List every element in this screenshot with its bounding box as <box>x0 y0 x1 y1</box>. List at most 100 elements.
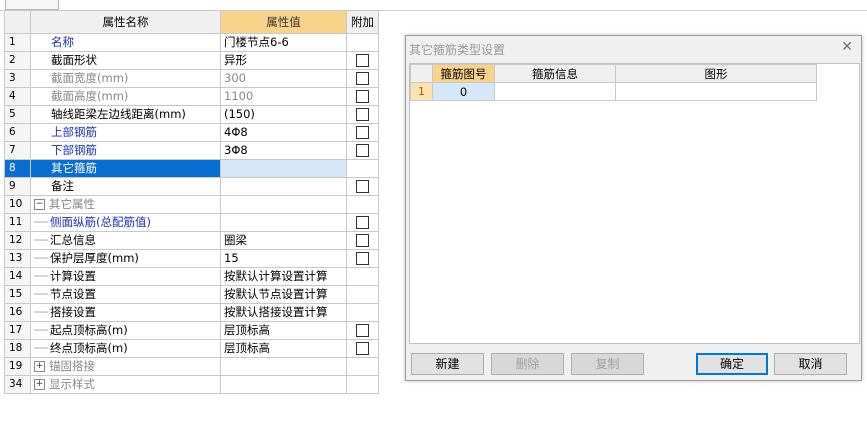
property-name: 上部钢筋 <box>30 123 221 142</box>
table-row[interactable]: 3 截面宽度(mm) 300 <box>4 69 379 88</box>
stirrup-shape-cell[interactable] <box>615 82 817 101</box>
table-row[interactable]: 19 + 锚固搭接 <box>4 357 379 376</box>
property-value[interactable] <box>220 375 347 394</box>
ok-button[interactable]: 确定 <box>696 353 768 375</box>
table-row[interactable]: 4 截面高度(mm) 1100 <box>4 87 379 106</box>
property-value[interactable] <box>220 177 347 196</box>
property-label: 其它箍筋 <box>51 161 97 175</box>
property-value[interactable]: 4Φ8 <box>220 123 347 142</box>
stirrup-table-corner <box>410 64 433 83</box>
extra-cell <box>346 195 379 214</box>
property-value[interactable]: 1100 <box>220 87 347 106</box>
property-value[interactable]: 3Φ8 <box>220 141 347 160</box>
extra-cell <box>346 339 379 358</box>
property-value[interactable]: 300 <box>220 69 347 88</box>
table-row[interactable]: 13 ── 保护层厚度(mm) 15 <box>4 249 379 268</box>
property-tab[interactable] <box>5 0 59 10</box>
table-row[interactable]: 34 + 显示样式 <box>4 375 379 394</box>
row-number: 15 <box>4 285 31 304</box>
property-name: 其它箍筋 <box>30 159 221 178</box>
property-value[interactable]: 门楼节点6-6 <box>220 33 347 52</box>
table-row[interactable]: 9 备注 <box>4 177 379 196</box>
extra-checkbox[interactable] <box>356 252 369 265</box>
property-name: + 锚固搭接 <box>30 357 221 376</box>
extra-cell <box>346 213 379 232</box>
property-value[interactable] <box>220 195 347 214</box>
property-value[interactable] <box>220 357 347 376</box>
extra-checkbox[interactable] <box>356 108 369 121</box>
property-value[interactable]: 层顶标高 <box>220 321 347 340</box>
property-name: 截面高度(mm) <box>30 87 221 106</box>
extra-cell <box>346 357 379 376</box>
property-value[interactable]: 圈梁 <box>220 231 347 250</box>
table-row[interactable]: 7 下部钢筋 3Φ8 <box>4 141 379 160</box>
row-number: 6 <box>4 123 31 142</box>
property-value[interactable]: 15 <box>220 249 347 268</box>
copy-button[interactable]: 复制 <box>571 353 644 375</box>
property-value[interactable]: 异形 <box>220 51 347 70</box>
property-name: 截面宽度(mm) <box>30 69 221 88</box>
property-label: 名称 <box>51 35 74 49</box>
table-row[interactable]: 6 上部钢筋 4Φ8 <box>4 123 379 142</box>
extra-cell <box>346 375 379 394</box>
property-value[interactable] <box>220 159 347 178</box>
close-icon[interactable]: ✕ <box>841 39 853 55</box>
expand-toggle-icon[interactable]: − <box>34 199 45 210</box>
extra-checkbox[interactable] <box>356 54 369 67</box>
extra-cell <box>346 249 379 268</box>
new-button[interactable]: 新建 <box>411 353 484 375</box>
table-row[interactable]: 10− 其它属性 <box>4 195 379 214</box>
property-label: 保护层厚度(mm) <box>50 251 139 265</box>
tree-line-icon: ── <box>34 215 48 229</box>
table-row[interactable]: 1 0 <box>410 82 817 101</box>
extra-checkbox[interactable] <box>356 144 369 157</box>
extra-cell <box>346 141 379 160</box>
tree-line-icon: ── <box>34 305 48 319</box>
table-row[interactable]: 12 ── 汇总信息 圈梁 <box>4 231 379 250</box>
delete-button[interactable]: 删除 <box>491 353 564 375</box>
table-row[interactable]: 17 ── 起点顶标高(m) 层顶标高 <box>4 321 379 340</box>
extra-checkbox[interactable] <box>356 324 369 337</box>
extra-cell <box>346 285 379 304</box>
table-row[interactable]: 5 轴线距梁左边线距离(mm) (150) <box>4 105 379 124</box>
extra-cell <box>346 267 379 286</box>
expand-toggle-icon[interactable]: + <box>34 361 45 372</box>
extra-cell <box>346 87 379 106</box>
table-row[interactable]: 1 名称 门楼节点6-6 <box>4 33 379 52</box>
stirrup-code-cell[interactable]: 0 <box>432 82 495 101</box>
extra-checkbox[interactable] <box>356 216 369 229</box>
property-value[interactable]: 按默认节点设置计算 <box>220 285 347 304</box>
property-value[interactable]: 按默认搭接设置计算 <box>220 303 347 322</box>
stirrup-info-cell[interactable] <box>494 82 616 101</box>
extra-checkbox[interactable] <box>356 72 369 85</box>
property-name: ── 汇总信息 <box>30 231 221 250</box>
extra-checkbox[interactable] <box>356 126 369 139</box>
table-row[interactable]: 16 ── 搭接设置 按默认搭接设置计算 <box>4 303 379 322</box>
row-number: 18 <box>4 339 31 358</box>
property-label: 节点设置 <box>50 287 96 301</box>
property-label: 起点顶标高(m) <box>50 323 128 337</box>
extra-checkbox[interactable] <box>356 180 369 193</box>
extra-checkbox[interactable] <box>356 342 369 355</box>
row-number: 14 <box>4 267 31 286</box>
property-grid: 属性名称 属性值 附加 1 名称 门楼节点6-6 2 截面形状 异形 3 截面宽度(mm) 30… <box>4 10 379 394</box>
extra-checkbox[interactable] <box>356 234 369 247</box>
table-row[interactable]: 18 ── 终点顶标高(m) 层顶标高 <box>4 339 379 358</box>
table-row[interactable]: 8 其它箍筋 <box>4 159 379 178</box>
cancel-button[interactable]: 取消 <box>774 353 847 375</box>
table-row[interactable]: 11 ── 侧面纵筋(总配筋值) <box>4 213 379 232</box>
row-number: 7 <box>4 141 31 160</box>
header-stirrup-info: 箍筋信息 <box>494 64 616 83</box>
extra-checkbox[interactable] <box>356 90 369 103</box>
table-row[interactable]: 15 ── 节点设置 按默认节点设置计算 <box>4 285 379 304</box>
property-value[interactable]: (150) <box>220 105 347 124</box>
table-row[interactable]: 14 ── 计算设置 按默认计算设置计算 <box>4 267 379 286</box>
expand-toggle-icon[interactable]: + <box>34 379 45 390</box>
property-label: 锚固搭接 <box>49 359 95 373</box>
property-value[interactable]: 按默认计算设置计算 <box>220 267 347 286</box>
property-value[interactable] <box>220 213 347 232</box>
property-value[interactable]: 层顶标高 <box>220 339 347 358</box>
table-row[interactable]: 2 截面形状 异形 <box>4 51 379 70</box>
property-name: ── 侧面纵筋(总配筋值) <box>30 213 221 232</box>
dialog-table-area: 箍筋图号 箍筋信息 图形 1 0 <box>409 63 860 344</box>
